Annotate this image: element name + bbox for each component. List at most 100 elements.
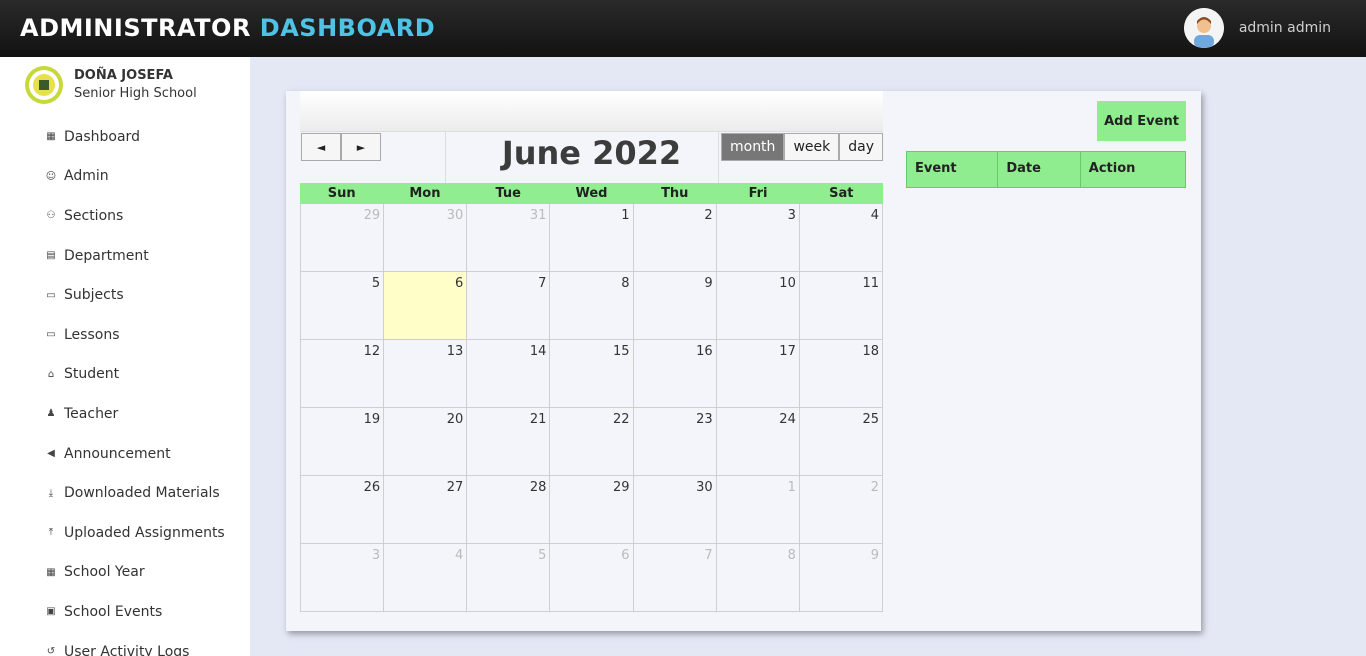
calendar-day-cell[interactable]: 4 bbox=[384, 544, 468, 612]
calendar-day-cell[interactable]: 15 bbox=[550, 340, 634, 408]
calendar-day-cell[interactable]: 1 bbox=[550, 204, 634, 272]
week-view-button[interactable]: week bbox=[784, 133, 840, 161]
calendar-day-cell[interactable]: 29 bbox=[300, 204, 385, 272]
sidebar-item-downloaded-materials[interactable]: ⤓ Downloaded Materials bbox=[45, 473, 225, 513]
sidebar-item-label: Student bbox=[64, 366, 120, 383]
calendar-day-cell[interactable]: 13 bbox=[384, 340, 468, 408]
calendar-week-row: 29 30 31 1 2 3 4 bbox=[300, 204, 883, 272]
calendar-week-row: 3456789 bbox=[300, 544, 883, 612]
calendar-day-cell[interactable]: 9 bbox=[633, 272, 717, 340]
calendar-day-cell[interactable]: 17 bbox=[716, 340, 800, 408]
graduation-cap-icon: ⌂ bbox=[47, 368, 55, 380]
calendar-day-cell[interactable]: 8 bbox=[550, 272, 634, 340]
dashboard-icon: ▦ bbox=[46, 131, 56, 143]
month-view-button[interactable]: month bbox=[720, 133, 785, 161]
calendar-day-cell[interactable]: 10 bbox=[716, 272, 800, 340]
calendar-day-cell[interactable]: 8 bbox=[716, 544, 800, 612]
events-column-header: Action bbox=[1088, 161, 1136, 176]
calendar-day-cell[interactable]: 1 bbox=[716, 476, 800, 544]
day-view-button[interactable]: day bbox=[839, 133, 883, 161]
sidebar-item-label: Lessons bbox=[64, 326, 120, 343]
upload-icon: ⤒ bbox=[48, 527, 54, 539]
user-circle-icon: ☺ bbox=[45, 170, 57, 182]
app-title-accent: DASHBOARD bbox=[259, 14, 436, 42]
calendar-day-cell[interactable]: 3 bbox=[716, 204, 800, 272]
sidebar-item-sections[interactable]: ⚇ Sections bbox=[45, 196, 225, 236]
calendar-day-cell[interactable]: 2 bbox=[633, 204, 717, 272]
calendar-week-row: 19 20 21 22 23 24 25 bbox=[300, 408, 883, 476]
weekday-label: Wed bbox=[575, 186, 608, 201]
calendar-day-cell[interactable]: 5 bbox=[300, 272, 385, 340]
sidebar-item-label: School Events bbox=[64, 603, 163, 620]
sidebar-item-department[interactable]: ▤ Department bbox=[45, 236, 225, 276]
person-icon: ♟ bbox=[46, 408, 56, 420]
calendar-day-cell[interactable]: 19 bbox=[300, 408, 385, 476]
sidebar-item-school-year[interactable]: ▦ School Year bbox=[45, 553, 225, 593]
app-title-main: ADMINISTRATOR bbox=[20, 14, 251, 42]
calendar-day-cell[interactable]: 29 bbox=[550, 476, 634, 544]
prev-month-button[interactable]: ◄ bbox=[301, 133, 341, 161]
calendar-day-cell[interactable]: 22 bbox=[550, 408, 634, 476]
calendar-day-cell[interactable]: 12 bbox=[300, 340, 385, 408]
sidebar-item-user-activity-logs[interactable]: ↺ User Activity Logs bbox=[45, 632, 225, 656]
sidebar-item-dashboard[interactable]: ▦ Dashboard bbox=[45, 117, 225, 157]
calendar-day-cell[interactable]: 7 bbox=[633, 544, 717, 612]
sidebar-item-subjects[interactable]: ▭ Subjects bbox=[45, 275, 225, 315]
calendar-day-cell[interactable]: 11 bbox=[799, 272, 883, 340]
avatar[interactable] bbox=[1183, 8, 1224, 48]
calendar-day-cell[interactable]: 26 bbox=[300, 476, 385, 544]
app-title: ADMINISTRATOR DASHBOARD bbox=[20, 14, 435, 42]
calendar-day-cell[interactable]: 6 bbox=[384, 272, 468, 340]
sidebar-item-label: User Activity Logs bbox=[64, 643, 190, 656]
add-event-button[interactable]: Add Event bbox=[1097, 101, 1186, 141]
weekday-label: Tue bbox=[495, 186, 521, 201]
weekday-label: Sun bbox=[327, 186, 356, 201]
calendar-day-cell[interactable]: 14 bbox=[467, 340, 551, 408]
download-icon: ⤓ bbox=[48, 487, 54, 499]
calendar-icon: ▦ bbox=[46, 566, 56, 578]
calendar-day-cell[interactable]: 18 bbox=[799, 340, 883, 408]
calendar-day-cell[interactable]: 24 bbox=[716, 408, 800, 476]
calendar-day-cell[interactable]: 9 bbox=[799, 544, 883, 612]
sidebar-item-label: Department bbox=[64, 247, 149, 264]
user-menu[interactable]: admin admin bbox=[1183, 8, 1331, 48]
calendar-day-cell[interactable]: 20 bbox=[384, 408, 468, 476]
calendar-header-strip bbox=[300, 91, 883, 131]
calendar-day-cell[interactable]: 7 bbox=[467, 272, 551, 340]
calendar-day-cell[interactable]: 30 bbox=[633, 476, 717, 544]
calendar-day-cell[interactable]: 4 bbox=[799, 204, 883, 272]
weekday-label: Mon bbox=[409, 186, 441, 201]
user-name[interactable]: admin admin bbox=[1239, 20, 1331, 36]
calendar-day-cell[interactable]: 25 bbox=[799, 408, 883, 476]
weekday-label: Sat bbox=[829, 186, 854, 201]
sidebar-item-uploaded-assignments[interactable]: ⤒ Uploaded Assignments bbox=[45, 513, 225, 553]
calendar-day-cell[interactable]: 23 bbox=[633, 408, 717, 476]
calendar-day-cell[interactable]: 2 bbox=[799, 476, 883, 544]
calendar-week-row: 12 13 14 15 16 17 18 bbox=[300, 340, 883, 408]
book-icon: ▭ bbox=[46, 289, 56, 301]
sidebar-item-label: Sections bbox=[64, 207, 124, 224]
sidebar-item-teacher[interactable]: ♟ Teacher bbox=[45, 394, 225, 434]
calendar-day-cell[interactable]: 30 bbox=[384, 204, 468, 272]
next-month-button[interactable]: ► bbox=[341, 133, 381, 161]
sidebar-item-school-events[interactable]: ▣ School Events bbox=[45, 592, 225, 632]
weekday-label: Fri bbox=[748, 186, 768, 201]
calendar-day-cell[interactable]: 21 bbox=[467, 408, 551, 476]
sidebar-item-label: Uploaded Assignments bbox=[64, 524, 225, 541]
calendar-day-cell[interactable]: 3 bbox=[300, 544, 385, 612]
sidebar-item-student[interactable]: ⌂ Student bbox=[45, 355, 225, 395]
calendar-day-cell[interactable]: 31 bbox=[467, 204, 551, 272]
calendar-day-cell[interactable]: 16 bbox=[633, 340, 717, 408]
calendar-day-cell[interactable]: 6 bbox=[550, 544, 634, 612]
calendar-day-cell[interactable]: 28 bbox=[467, 476, 551, 544]
sidebar-item-admin[interactable]: ☺ Admin bbox=[45, 157, 225, 197]
users-icon: ⚇ bbox=[46, 210, 56, 222]
building-icon: ▤ bbox=[46, 250, 56, 262]
calendar-title-box bbox=[445, 132, 719, 184]
calendar-week-row: 26 27 28 29 30 1 2 bbox=[300, 476, 883, 544]
calendar-day-cell[interactable]: 5 bbox=[467, 544, 551, 612]
sidebar-item-announcement[interactable]: ◀ Announcement bbox=[45, 434, 225, 474]
calendar-day-cell[interactable]: 27 bbox=[384, 476, 468, 544]
sidebar-item-lessons[interactable]: ▭ Lessons bbox=[45, 315, 225, 355]
sidebar-item-label: Subjects bbox=[64, 287, 124, 304]
